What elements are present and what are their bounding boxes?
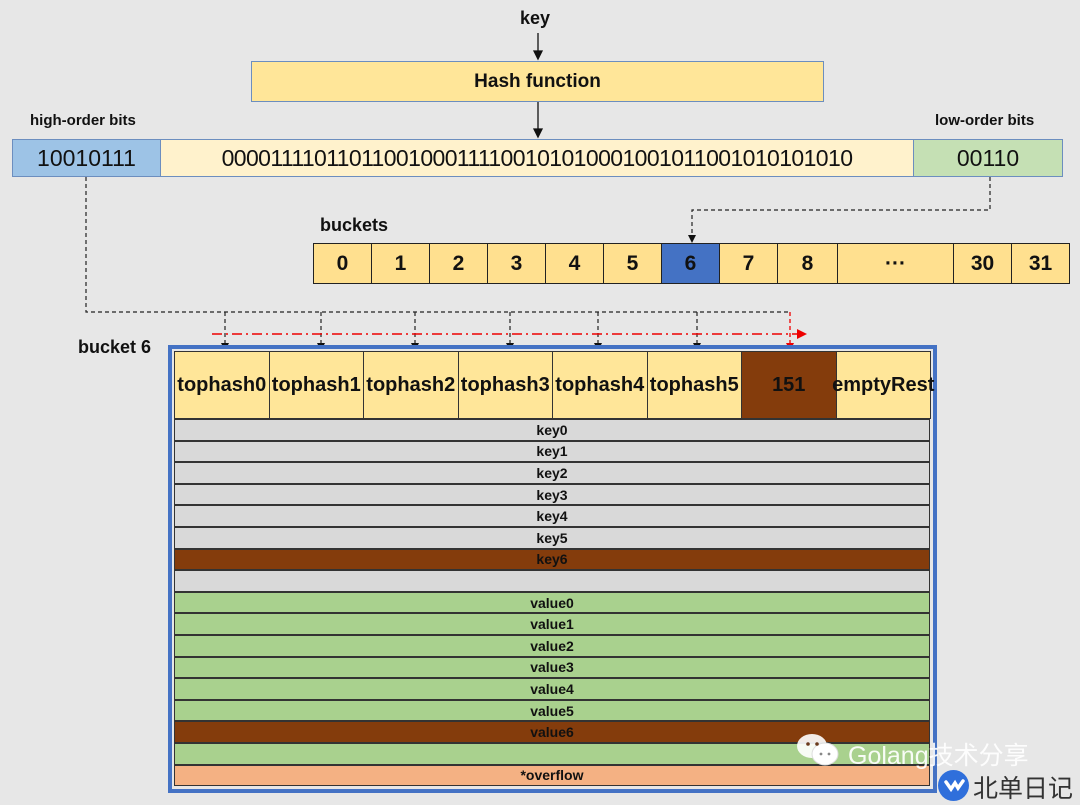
bucket-1: 1 <box>371 243 430 284</box>
low-order-bits: 00110 <box>913 139 1063 177</box>
value-row: value0 <box>174 591 930 614</box>
watermark-channel: Golang技术分享 <box>848 742 1029 770</box>
tophash-line2: hash4 <box>586 373 645 396</box>
bucket-11: 31 <box>1011 243 1070 284</box>
key-row: key0 <box>174 419 930 441</box>
tophash-cell: top hash1 <box>268 351 364 419</box>
bucket-5: 5 <box>603 243 662 284</box>
tophash-line1: top <box>177 373 209 396</box>
tophash-line1: 151 <box>772 373 806 396</box>
bucket-0: 0 <box>313 243 372 284</box>
wechat-icon <box>795 730 845 770</box>
key-row: key2 <box>174 462 930 484</box>
tophash-line2: Rest <box>891 373 935 396</box>
buckets-label: buckets <box>320 215 389 235</box>
tophash-cell: top hash5 <box>646 351 742 419</box>
tophash-cell: empty Rest <box>832 351 935 419</box>
tophash-line2: hash0 <box>208 373 267 396</box>
tophash-line2: hash1 <box>302 373 361 396</box>
high-order-bits-label: high-order bits <box>30 112 136 129</box>
tophash-line1: top <box>555 373 587 396</box>
bucket-2: 2 <box>429 243 488 284</box>
bucket-6: 6 <box>661 243 720 284</box>
low-order-bits-label: low-order bits <box>935 112 1035 129</box>
tophash-cell: top hash4 <box>552 351 648 419</box>
value-row: value4 <box>174 678 930 700</box>
tophash-line1: top <box>366 373 398 396</box>
value-row: value5 <box>174 699 930 722</box>
high-order-bits: 10010111 <box>12 139 161 177</box>
key-row <box>174 570 930 592</box>
key-label: key <box>520 8 551 28</box>
bucket-10: 30 <box>953 243 1012 284</box>
tophash-cell: top hash2 <box>363 351 459 419</box>
tophash-line1: empty <box>832 373 892 396</box>
bucket-7: 7 <box>719 243 778 284</box>
tophash-line1: top <box>460 373 492 396</box>
bucket6-label: bucket 6 <box>78 337 152 357</box>
key-row: key3 <box>174 483 930 506</box>
tophash-cell: 151 <box>741 351 837 419</box>
hit-row: key6 <box>174 548 930 571</box>
key-row: key5 <box>174 527 930 549</box>
middle-bits: 0000111101101100100011110010101000100101… <box>160 139 914 177</box>
tophash-cell: top hash3 <box>457 351 553 419</box>
tophash-line1: top <box>649 373 681 396</box>
value-row: value2 <box>174 635 930 657</box>
bucket-3: 3 <box>487 243 546 284</box>
brand-logo-icon <box>938 770 969 801</box>
tophash-cell: top hash0 <box>174 351 270 419</box>
bucket-9: ··· <box>837 243 954 284</box>
hash-function-box: Hash function <box>251 61 824 102</box>
tophash-line2: hash2 <box>397 373 456 396</box>
bucket-4: 4 <box>545 243 604 284</box>
tophash-line2: hash3 <box>491 373 550 396</box>
tophash-line2: hash5 <box>680 373 739 396</box>
key-row: key1 <box>174 440 930 463</box>
value-row: value1 <box>174 613 930 635</box>
value-row: value3 <box>174 656 930 679</box>
watermark-brand: 北单日记 <box>973 775 1074 803</box>
key-row: key4 <box>174 505 930 527</box>
tophash-line1: top <box>271 373 303 396</box>
bucket-8: 8 <box>777 243 838 284</box>
